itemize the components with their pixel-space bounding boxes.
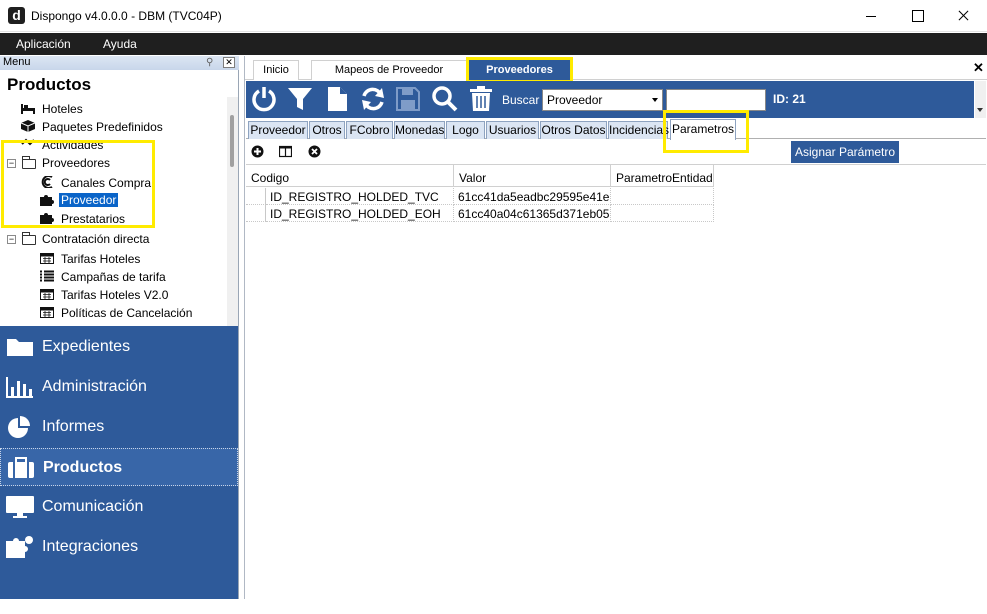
- parameters-grid: Codigo Valor ParametroEntidad ID_REGISTR…: [246, 164, 986, 599]
- search-label: Buscar: [502, 93, 540, 107]
- tab-otros[interactable]: Otros: [309, 121, 345, 139]
- tab-mapeos-proveedor[interactable]: Mapeos de Proveedor: [311, 60, 467, 80]
- calendar-icon: [40, 289, 54, 300]
- search-input[interactable]: [666, 89, 766, 111]
- document-tabs: Inicio Mapeos de Proveedor Proveedores ✕: [245, 56, 987, 83]
- app-logo-icon: d: [8, 7, 25, 24]
- tree-item-tarifas-v2[interactable]: Tarifas Hoteles V2.0: [61, 288, 168, 302]
- tab-fcobro[interactable]: FCobro: [346, 121, 393, 139]
- pin-icon[interactable]: ⚲: [206, 57, 218, 69]
- close-window-button[interactable]: [940, 0, 986, 32]
- new-document-icon[interactable]: [323, 85, 351, 113]
- nav-label: Comunicación: [42, 498, 144, 515]
- nav-productos[interactable]: Productos: [0, 448, 238, 486]
- column-header-valor[interactable]: Valor: [454, 165, 611, 187]
- cell-parametro-entidad[interactable]: [611, 205, 714, 222]
- nav-integraciones[interactable]: Integraciones: [0, 528, 238, 566]
- delete-icon[interactable]: [308, 145, 321, 158]
- search-field-select[interactable]: Proveedor: [542, 89, 663, 111]
- toolbar: Buscar Proveedor ID: 21: [246, 81, 974, 118]
- calendar-icon: [40, 253, 54, 264]
- nav-label: Administración: [42, 378, 147, 395]
- row-selector[interactable]: [246, 188, 266, 205]
- close-panel-icon[interactable]: ✕: [223, 57, 235, 68]
- refresh-icon[interactable]: [359, 85, 387, 113]
- toolbar-scrollbar[interactable]: [975, 81, 986, 118]
- cell-valor[interactable]: 61cc40a04c61365d371eb050: [454, 205, 611, 222]
- tab-logo[interactable]: Logo: [446, 121, 485, 139]
- tree-item-politicas-cancelacion[interactable]: Políticas de Cancelación: [61, 306, 192, 320]
- table-row[interactable]: ID_REGISTRO_HOLDED_EOH 61cc40a04c61365d3…: [246, 205, 714, 222]
- collapse-contratacion-icon[interactable]: −: [7, 235, 16, 244]
- column-header-codigo[interactable]: Codigo: [246, 165, 454, 187]
- main-panel: Inicio Mapeos de Proveedor Proveedores ✕…: [244, 56, 987, 599]
- section-title: Productos: [7, 75, 92, 94]
- grid-toolbar: Asignar Parámetro: [246, 140, 986, 163]
- nav-comunicacion[interactable]: Comunicación: [0, 488, 238, 526]
- list-icon: [40, 270, 54, 282]
- title-bar: d Dispongo v4.0.0.0 - DBM (TVC04P): [0, 0, 987, 32]
- tab-usuarios[interactable]: Usuarios: [486, 121, 539, 139]
- menu-header-label: Menu: [3, 56, 31, 68]
- bar-chart-icon: [6, 377, 33, 398]
- pie-chart-icon: [8, 416, 30, 438]
- folder-icon: [22, 232, 36, 245]
- nav-informes[interactable]: Informes: [0, 408, 238, 446]
- search-icon[interactable]: [431, 85, 459, 113]
- nav-section: Expedientes Administración Informes Prod…: [0, 326, 238, 599]
- maximize-button[interactable]: [894, 0, 940, 32]
- nav-label: Integraciones: [42, 538, 139, 555]
- trash-icon[interactable]: [467, 85, 495, 113]
- sub-tabs: Proveedor Otros FCobro Monedas Logo Usua…: [246, 119, 986, 140]
- menu-ayuda[interactable]: Ayuda: [103, 37, 137, 51]
- tree-item-paquetes[interactable]: Paquetes Predefinidos: [42, 120, 163, 134]
- nav-administracion[interactable]: Administración: [0, 368, 238, 406]
- cell-codigo[interactable]: ID_REGISTRO_HOLDED_TVC: [266, 188, 454, 205]
- tree-item-tarifas-hoteles[interactable]: Tarifas Hoteles: [61, 252, 140, 266]
- tab-inicio[interactable]: Inicio: [253, 60, 299, 80]
- tree-item-hoteles[interactable]: Hoteles: [42, 102, 83, 116]
- tab-incidencias[interactable]: Incidencias: [608, 121, 669, 139]
- add-icon[interactable]: [251, 145, 264, 158]
- cell-codigo[interactable]: ID_REGISTRO_HOLDED_EOH: [266, 205, 454, 222]
- nav-label: Expedientes: [42, 338, 131, 355]
- row-selector[interactable]: [246, 205, 266, 222]
- briefcase-icon: [8, 457, 34, 478]
- columns-icon[interactable]: [279, 145, 292, 158]
- calendar-icon: [40, 307, 54, 318]
- highlight-box-tree: [1, 140, 155, 228]
- power-icon[interactable]: [250, 85, 278, 113]
- box-icon: [21, 120, 35, 132]
- nav-label: Productos: [43, 459, 123, 476]
- monitor-icon: [6, 496, 34, 518]
- nav-expedientes[interactable]: Expedientes: [0, 328, 238, 366]
- bed-icon: [21, 104, 35, 114]
- cell-valor[interactable]: 61cc41da5eadbc29595e41e3: [454, 188, 611, 205]
- cell-parametro-entidad[interactable]: [611, 188, 714, 205]
- tree-item-campanas-tarifa[interactable]: Campañas de tarifa: [61, 270, 166, 284]
- puzzle-icon: [6, 536, 33, 558]
- folder-icon: [7, 339, 33, 356]
- window-title: Dispongo v4.0.0.0 - DBM (TVC04P): [31, 9, 222, 23]
- assign-parameter-button[interactable]: Asignar Parámetro: [791, 141, 899, 163]
- minimize-button[interactable]: [848, 0, 894, 32]
- record-id-label: ID: 21: [773, 92, 806, 106]
- column-header-parametro-entidad[interactable]: ParametroEntidad: [611, 165, 714, 187]
- tab-monedas[interactable]: Monedas: [394, 121, 445, 139]
- tab-proveedores[interactable]: Proveedores: [466, 57, 573, 83]
- tab-otros-datos[interactable]: Otros Datos: [540, 121, 607, 139]
- close-tab-icon[interactable]: ✕: [973, 60, 984, 76]
- menu-panel-header: Menu ⚲ ✕: [0, 56, 239, 70]
- menu-bar: Aplicación Ayuda: [0, 33, 987, 55]
- left-panel: Menu ⚲ ✕ Productos Hoteles Paquetes Pred…: [0, 56, 239, 599]
- filter-icon[interactable]: [286, 85, 314, 113]
- tree-scrollbar[interactable]: [227, 97, 238, 326]
- nav-label: Informes: [42, 418, 105, 435]
- tree-item-contratacion-directa[interactable]: Contratación directa: [42, 232, 149, 246]
- save-icon[interactable]: [394, 85, 422, 113]
- menu-aplicacion[interactable]: Aplicación: [16, 37, 71, 51]
- table-row[interactable]: ID_REGISTRO_HOLDED_TVC 61cc41da5eadbc295…: [246, 188, 714, 205]
- tab-proveedor[interactable]: Proveedor: [248, 121, 308, 139]
